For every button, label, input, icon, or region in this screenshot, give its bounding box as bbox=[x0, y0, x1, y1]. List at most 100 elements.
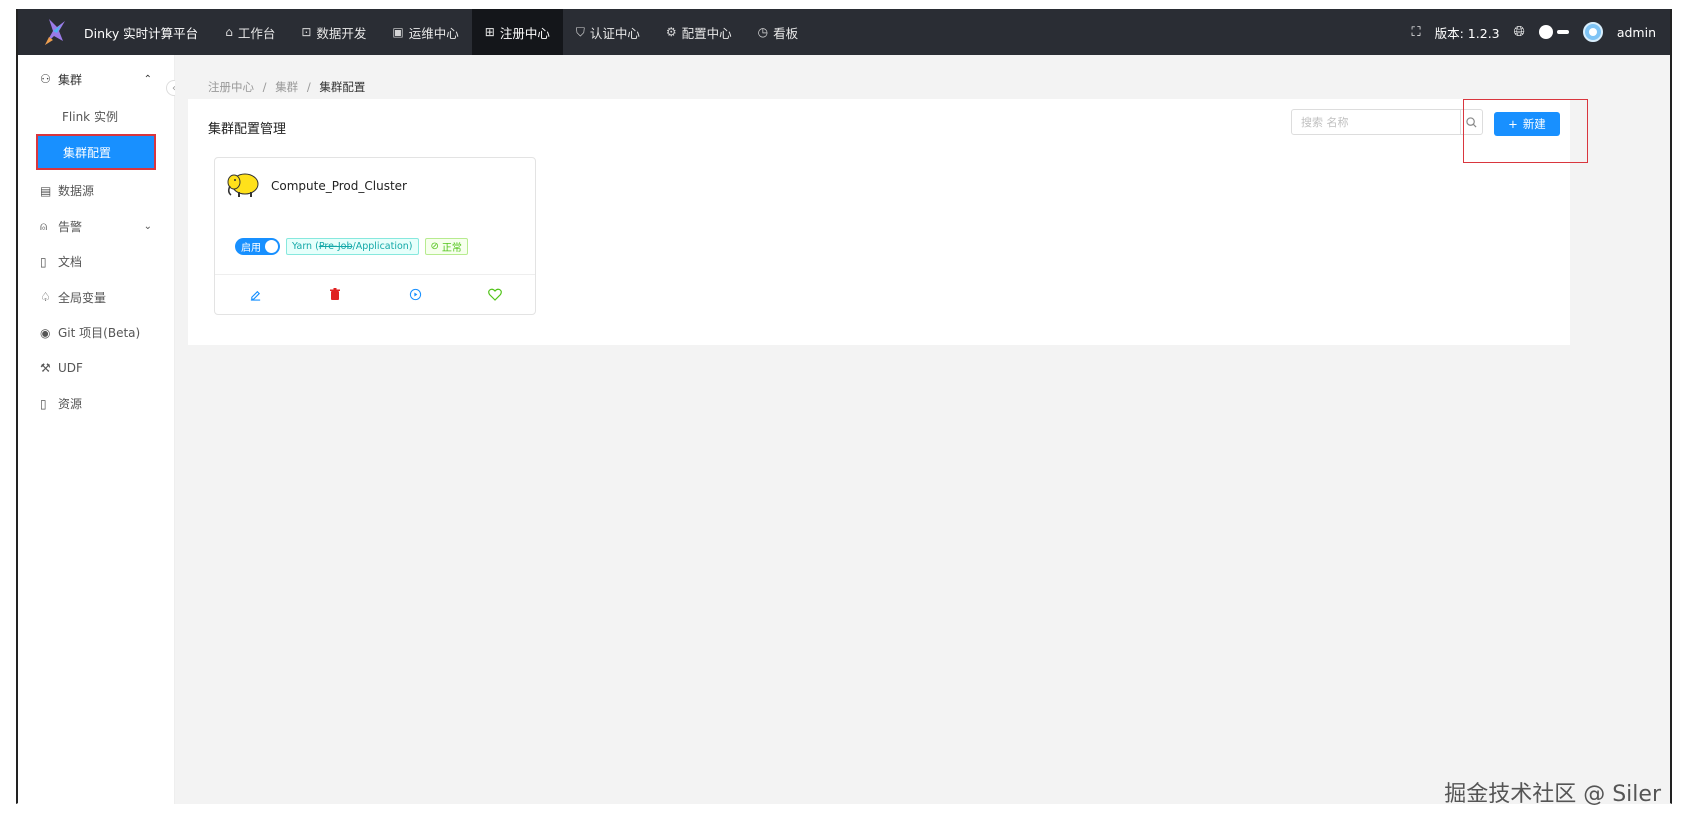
search-input[interactable] bbox=[1292, 110, 1460, 134]
sidebar-item-udf[interactable]: ⚒ UDF bbox=[18, 351, 174, 387]
sidebar-item-label: 数据源 bbox=[58, 184, 95, 199]
edit-icon bbox=[250, 290, 260, 301]
nav-label: 认证中心 bbox=[589, 25, 640, 41]
watermark: 掘金技术社区 @ Siler bbox=[1444, 782, 1661, 807]
new-button-label: 新建 bbox=[1522, 117, 1546, 131]
monitor-icon: ▣ bbox=[392, 25, 404, 39]
page-title: 集群配置管理 bbox=[208, 122, 287, 137]
new-button[interactable]: + 新建 bbox=[1494, 112, 1560, 136]
resource-icon: ▯ bbox=[40, 396, 47, 411]
heartbeat-check-button[interactable] bbox=[375, 275, 455, 314]
sidebar-item-datasource[interactable]: ▤ 数据源 bbox=[18, 173, 174, 209]
sidebar-item-label: 全局变量 bbox=[58, 290, 107, 305]
delete-button[interactable] bbox=[295, 275, 375, 314]
type-suffix: /Application) bbox=[352, 241, 413, 252]
cluster-icon: ⚇ bbox=[40, 72, 51, 86]
check-circle-icon: ⊘ bbox=[430, 241, 439, 252]
globe-icon[interactable]: 🌐︎ bbox=[1514, 24, 1525, 40]
top-nav: Dinky 实时计算平台 ⌂ 工作台 ⊡ 数据开发 ▣ 运维中心 ⊞ 注册中心 … bbox=[18, 9, 1670, 55]
brand-title[interactable]: Dinky 实时计算平台 bbox=[84, 23, 198, 42]
sidebar-item-label: 告警 bbox=[58, 219, 83, 234]
search-box bbox=[1291, 109, 1483, 135]
play-circle-icon bbox=[409, 288, 421, 301]
nav-label: 看板 bbox=[773, 25, 799, 41]
sidebar-group-cluster[interactable]: ⚇ 集群 ⌃ bbox=[18, 60, 174, 98]
sidebar-item-label: 资源 bbox=[58, 397, 83, 412]
nav-config-center[interactable]: ⚙ 配置中心 bbox=[653, 9, 745, 55]
plus-icon: + bbox=[1508, 117, 1518, 131]
variable-icon: ♤ bbox=[40, 290, 51, 305]
status-badge: ⊘ 正常 bbox=[424, 238, 468, 255]
terminal-icon: ⊡ bbox=[301, 25, 312, 39]
sidebar-group-label: 集群 bbox=[58, 72, 83, 87]
sidebar: ⚇ 集群 ⌃ Flink 实例 集群配置 ▤ 数据源 ⍝ 告警 ⌄ ▯ 文档 ♤… bbox=[18, 55, 175, 804]
theme-toggle[interactable] bbox=[1538, 25, 1569, 39]
github-icon: ◉ bbox=[40, 325, 51, 340]
sidebar-item-resource[interactable]: ▯ 资源 bbox=[18, 386, 174, 422]
main-content: 注册中心 / 集群 / 集群配置 集群配置管理 + 新建 bbox=[175, 55, 1670, 804]
sidebar-item-cluster-config[interactable]: 集群配置 bbox=[36, 134, 156, 170]
avatar[interactable] bbox=[1582, 22, 1603, 42]
apps-icon: ⊞ bbox=[484, 25, 495, 39]
version-label: 版本: 1.2.3 bbox=[1434, 25, 1500, 41]
theme-dot-icon bbox=[1538, 25, 1553, 39]
theme-bar-icon bbox=[1556, 30, 1569, 34]
nav-ops-center[interactable]: ▣ 运维中心 bbox=[379, 9, 471, 55]
dinky-logo[interactable] bbox=[32, 9, 76, 55]
sidebar-item-label: UDF bbox=[58, 361, 83, 376]
sidebar-item-git[interactable]: ◉ Git 项目(Beta) bbox=[18, 315, 174, 351]
chevron-down-icon: ⌄ bbox=[143, 220, 152, 232]
sidebar-item-label: 文档 bbox=[58, 255, 83, 270]
sidebar-item-global-vars[interactable]: ♤ 全局变量 bbox=[18, 280, 174, 316]
sidebar-item-flink-instance[interactable]: Flink 实例 bbox=[18, 98, 174, 134]
fullscreen-icon[interactable]: ⛶ bbox=[1412, 25, 1421, 40]
breadcrumb-current: 集群配置 bbox=[319, 80, 366, 94]
username[interactable]: admin bbox=[1617, 25, 1656, 40]
database-icon: ▤ bbox=[40, 183, 52, 198]
edit-button[interactable] bbox=[215, 275, 295, 314]
card-header: Compute_Prod_Cluster bbox=[225, 170, 407, 202]
status-label: 正常 bbox=[441, 243, 462, 254]
sidebar-item-label: Git 项目(Beta) bbox=[58, 326, 141, 341]
breadcrumb: 注册中心 / 集群 / 集群配置 bbox=[208, 80, 366, 94]
tool-icon: ⚒ bbox=[40, 361, 51, 376]
nav-workbench[interactable]: ⌂ 工作台 bbox=[212, 9, 288, 55]
file-icon: ▯ bbox=[40, 254, 47, 269]
sidebar-item-docs[interactable]: ▯ 文档 bbox=[18, 244, 174, 280]
dashboard-icon: ◷ bbox=[757, 25, 769, 39]
alarm-icon: ⍝ bbox=[40, 218, 48, 233]
breadcrumb-item[interactable]: 集群 bbox=[275, 80, 298, 94]
card-actions bbox=[215, 274, 535, 314]
nav-dashboard[interactable]: ◷ 看板 bbox=[745, 9, 812, 55]
cluster-config-panel: 集群配置管理 + 新建 bbox=[188, 99, 1588, 345]
cluster-card[interactable]: Compute_Prod_Cluster 启用 Yarn ( Pre-Job /… bbox=[214, 157, 536, 315]
app-window: Dinky 实时计算平台 ⌂ 工作台 ⊡ 数据开发 ▣ 运维中心 ⊞ 注册中心 … bbox=[16, 9, 1672, 804]
toggle-label: 启用 bbox=[241, 243, 261, 254]
breadcrumb-item[interactable]: 注册中心 bbox=[208, 80, 254, 94]
enable-toggle[interactable]: 启用 bbox=[235, 238, 280, 255]
home-icon: ⌂ bbox=[225, 25, 233, 39]
cluster-type-tag: Yarn ( Pre-Job /Application) bbox=[286, 238, 419, 255]
nav-label: 注册中心 bbox=[499, 25, 550, 41]
nav-auth-center[interactable]: ⛉ 认证中心 bbox=[563, 9, 653, 55]
nav-label: 数据开发 bbox=[316, 25, 367, 41]
trash-icon bbox=[330, 288, 340, 300]
type-struck: Pre-Job bbox=[318, 241, 353, 252]
gear-icon: ⚙ bbox=[665, 25, 677, 39]
search-icon[interactable] bbox=[1460, 110, 1482, 134]
heart-icon bbox=[488, 288, 502, 301]
health-button[interactable] bbox=[455, 275, 535, 314]
cluster-name: Compute_Prod_Cluster bbox=[271, 179, 407, 193]
card-tags: 启用 Yarn ( Pre-Job /Application) ⊘ 正常 bbox=[235, 238, 468, 255]
nav-label: 配置中心 bbox=[681, 25, 732, 41]
nav-label: 运维中心 bbox=[408, 25, 459, 41]
shield-icon: ⛉ bbox=[575, 24, 585, 39]
type-prefix: Yarn ( bbox=[292, 241, 319, 252]
hadoop-elephant-icon bbox=[225, 170, 261, 202]
nav-data-dev[interactable]: ⊡ 数据开发 bbox=[288, 9, 379, 55]
top-right-tools: ⛶ 版本: 1.2.3 🌐︎ admin bbox=[1412, 22, 1670, 42]
nav-label: 工作台 bbox=[237, 25, 276, 41]
sidebar-item-alarm[interactable]: ⍝ 告警 ⌄ bbox=[18, 209, 174, 245]
toggle-knob bbox=[265, 240, 278, 253]
nav-registry-center[interactable]: ⊞ 注册中心 bbox=[471, 9, 563, 55]
